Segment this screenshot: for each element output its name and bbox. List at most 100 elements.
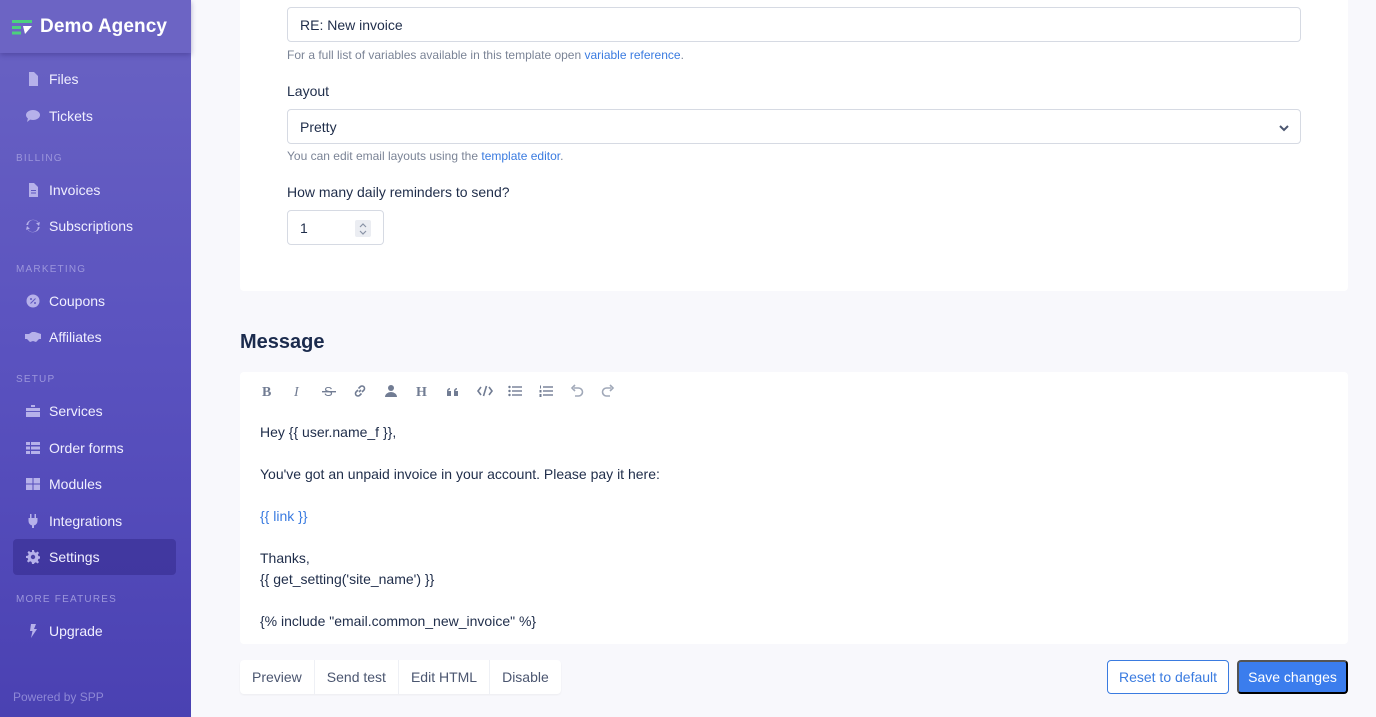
edit-html-button[interactable]: Edit HTML	[399, 660, 491, 694]
toolbox-icon	[25, 403, 41, 419]
strikethrough-button[interactable]: S	[322, 381, 353, 401]
editor-toolbar: B I S H	[260, 381, 632, 401]
chevron-down-icon	[1278, 121, 1290, 133]
sidebar-item-label: Coupons	[49, 293, 106, 309]
file-icon	[25, 71, 41, 87]
sidebar-item-coupons[interactable]: Coupons	[13, 283, 176, 319]
editor-link-variable[interactable]: {{ link }}	[260, 506, 660, 527]
sidebar-item-label: Tickets	[49, 108, 93, 124]
grid-icon	[25, 476, 41, 492]
message-editor[interactable]: Hey {{ user.name_f }}, You've got an unp…	[260, 422, 660, 632]
editor-blank-line	[260, 590, 660, 611]
brand-name: Demo Agency	[40, 15, 168, 37]
reminders-label: How many daily reminders to send?	[287, 184, 510, 200]
variable-reference-link[interactable]: variable reference	[585, 48, 681, 62]
user-icon	[385, 385, 397, 397]
secondary-actions-group: Preview Send test Edit HTML Disable	[240, 660, 561, 694]
undo-button[interactable]	[570, 381, 601, 401]
undo-icon	[570, 384, 584, 397]
redo-button[interactable]	[601, 381, 632, 401]
bullet-list-icon	[508, 385, 522, 397]
editor-line: {{ get_setting('site_name') }}	[260, 571, 435, 587]
sidebar-item-label: Files	[49, 71, 79, 87]
bullet-list-button[interactable]	[508, 381, 539, 401]
sidebar-item-label: Invoices	[49, 182, 101, 198]
reset-to-default-button[interactable]: Reset to default	[1107, 660, 1229, 694]
invoice-icon	[25, 182, 41, 198]
sidebar-item-label: Integrations	[49, 513, 123, 529]
editor-line: You've got an unpaid invoice in your acc…	[260, 466, 660, 482]
redo-icon	[601, 384, 615, 397]
editor-blank-line	[260, 527, 660, 548]
editor-line: Thanks,	[260, 550, 310, 566]
gear-icon	[25, 549, 41, 565]
layout-label: Layout	[287, 83, 330, 99]
refresh-icon	[25, 218, 41, 234]
reminders-input[interactable]: 1	[287, 210, 384, 245]
sidebar-item-services[interactable]: Services	[13, 393, 176, 429]
svg-text:I: I	[293, 385, 300, 398]
sidebar-item-upgrade[interactable]: Upgrade	[13, 613, 176, 649]
variable-button[interactable]	[384, 381, 415, 401]
email-settings-card	[240, 0, 1348, 291]
subject-input[interactable]: RE: New invoice	[287, 7, 1301, 42]
layout-help-text: You can edit email layouts using the tem…	[287, 149, 563, 163]
editor-line: {% include "email.common_new_invoice" %}	[260, 613, 537, 629]
quote-icon	[447, 388, 458, 396]
code-button[interactable]	[477, 381, 508, 401]
sidebar-item-affiliates[interactable]: Affiliates	[13, 319, 176, 355]
italic-icon: I	[293, 385, 300, 398]
quote-button[interactable]	[446, 381, 477, 401]
layout-help-suffix: .	[560, 149, 564, 163]
section-title-more-features: More features	[16, 594, 117, 605]
template-editor-link[interactable]: template editor	[481, 149, 560, 163]
editor-line: Hey {{ user.name_f }},	[260, 424, 397, 440]
layout-select[interactable]: Pretty	[287, 109, 1301, 144]
editor-blank-line	[260, 485, 660, 506]
sidebar-item-settings[interactable]: Settings	[13, 539, 176, 575]
heading-button[interactable]: H	[415, 381, 446, 401]
heading-icon: H	[416, 385, 427, 398]
sidebar-item-label: Upgrade	[49, 623, 103, 639]
save-changes-button[interactable]: Save changes	[1237, 660, 1348, 694]
strikethrough-icon: S	[322, 384, 336, 398]
send-test-button[interactable]: Send test	[315, 660, 399, 694]
link-icon	[354, 385, 366, 397]
sidebar-item-subscriptions[interactable]: Subscriptions	[13, 208, 176, 244]
lightning-icon	[25, 623, 41, 639]
svg-text:H: H	[416, 385, 427, 398]
layout-help-prefix: You can edit email layouts using the	[287, 149, 482, 163]
sidebar: Demo Agency Files Tickets Billing Invoic…	[0, 0, 191, 717]
subject-help-prefix: For a full list of variables available i…	[287, 48, 585, 62]
section-title-setup: Setup	[16, 374, 56, 385]
disable-button[interactable]: Disable	[490, 660, 561, 694]
sidebar-item-integrations[interactable]: Integrations	[13, 503, 176, 539]
sidebar-item-invoices[interactable]: Invoices	[13, 172, 176, 208]
section-title-billing: Billing	[16, 153, 63, 164]
list-icon	[25, 440, 41, 456]
number-spinner[interactable]	[355, 220, 371, 237]
sidebar-item-tickets[interactable]: Tickets	[13, 98, 176, 134]
plug-icon	[25, 513, 41, 529]
italic-button[interactable]: I	[291, 381, 322, 401]
layout-value: Pretty	[300, 118, 337, 135]
subject-help-suffix: .	[680, 48, 684, 62]
sidebar-item-files[interactable]: Files	[13, 61, 176, 97]
sidebar-item-modules[interactable]: Modules	[13, 466, 176, 502]
brand[interactable]: Demo Agency	[0, 0, 191, 53]
chat-bubble-icon	[25, 108, 41, 124]
sidebar-item-order-forms[interactable]: Order forms	[13, 430, 176, 466]
link-button[interactable]	[353, 381, 384, 401]
preview-button[interactable]: Preview	[240, 660, 315, 694]
reminders-value: 1	[300, 219, 308, 236]
bold-button[interactable]: B	[260, 381, 291, 401]
sidebar-item-label: Modules	[49, 476, 102, 492]
section-title-marketing: Marketing	[16, 264, 87, 275]
subject-help-text: For a full list of variables available i…	[287, 48, 684, 62]
sidebar-item-label: Order forms	[49, 440, 124, 456]
ordered-list-button[interactable]	[539, 381, 570, 401]
message-section-title: Message	[240, 331, 325, 353]
subject-value: RE: New invoice	[300, 16, 403, 33]
handshake-icon	[25, 329, 41, 345]
powered-by: Powered by SPP	[13, 690, 104, 704]
